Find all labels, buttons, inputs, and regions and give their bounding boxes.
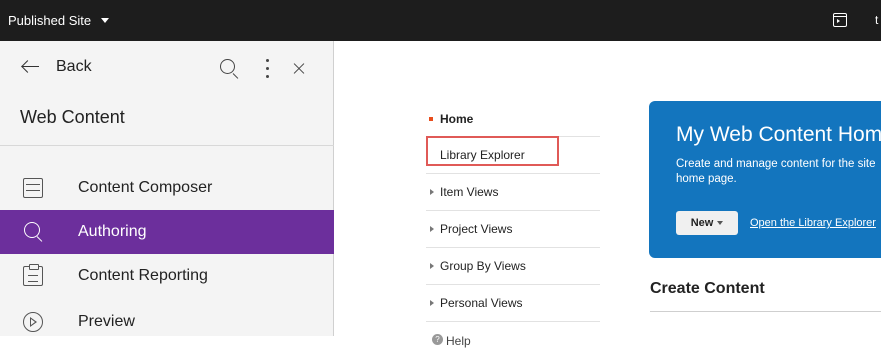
divider (650, 311, 881, 312)
topbar-truncated-text: t (875, 13, 879, 27)
library-nav-label: Group By Views (440, 259, 526, 273)
chevron-right-icon (430, 226, 434, 232)
sidebar-item-preview[interactable]: Preview (0, 300, 334, 344)
site-selector[interactable]: Published Site (8, 0, 110, 41)
library-nav-label: Home (440, 111, 474, 126)
search-icon (23, 222, 43, 242)
chevron-down-icon (717, 221, 724, 225)
library-nav-home[interactable]: Home (426, 101, 600, 137)
chevron-down-icon (101, 18, 110, 23)
library-nav-project-views[interactable]: Project Views (426, 211, 600, 248)
clipboard-icon (23, 264, 43, 286)
play-circle-icon (23, 312, 43, 332)
sidebar-header: Back (0, 41, 334, 99)
current-marker-icon (429, 117, 433, 121)
sidebar-toggle-icon[interactable] (833, 13, 847, 27)
chevron-right-icon (430, 300, 434, 306)
more-options-icon[interactable] (256, 57, 280, 81)
library-nav-help[interactable]: ? Help (426, 322, 600, 359)
sidebar-item-label: Authoring (78, 223, 147, 240)
library-nav-label: Library Explorer (440, 148, 525, 162)
welcome-title: My Web Content Home (676, 123, 881, 146)
library-nav: Home Library Explorer Item Views Project… (426, 101, 600, 359)
library-nav-library-explorer[interactable]: Library Explorer (426, 137, 600, 174)
sidebar: Back Web Content Content Composer Author… (0, 41, 334, 336)
sidebar-item-content-composer[interactable]: Content Composer (0, 166, 334, 210)
chevron-right-icon (430, 189, 434, 195)
new-button-label: New (690, 217, 714, 229)
library-nav-label: Project Views (440, 222, 513, 236)
search-icon[interactable] (217, 57, 241, 81)
top-bar: Published Site t (0, 0, 881, 41)
main-content: Home Library Explorer Item Views Project… (335, 41, 881, 348)
site-selector-label: Published Site (8, 13, 92, 28)
welcome-card: My Web Content Home Create and manage co… (649, 101, 881, 258)
sidebar-title: Web Content (20, 107, 125, 127)
open-library-explorer-link[interactable]: Open the Library Explorer (750, 217, 876, 229)
sidebar-item-content-reporting[interactable]: Content Reporting (0, 254, 334, 298)
back-label: Back (56, 58, 92, 75)
sidebar-item-authoring[interactable]: Authoring (0, 210, 334, 254)
welcome-description: Create and manage content for the site h… (676, 158, 876, 185)
divider (0, 145, 334, 146)
close-icon[interactable] (287, 57, 311, 81)
library-nav-personal-views[interactable]: Personal Views (426, 285, 600, 322)
library-nav-group-by-views[interactable]: Group By Views (426, 248, 600, 285)
arrow-left-icon (20, 57, 40, 77)
library-nav-label: Item Views (440, 185, 499, 199)
sidebar-item-label: Content Composer (78, 179, 213, 196)
chevron-right-icon (430, 263, 434, 269)
library-nav-item-views[interactable]: Item Views (426, 174, 600, 211)
sidebar-item-label: Preview (78, 313, 135, 330)
new-button[interactable]: New (676, 211, 738, 235)
library-nav-label: Personal Views (440, 296, 523, 310)
composer-icon (23, 178, 43, 198)
create-content-heading: Create Content (650, 280, 765, 297)
back-button[interactable]: Back (20, 57, 92, 77)
sidebar-item-label: Content Reporting (78, 267, 208, 284)
